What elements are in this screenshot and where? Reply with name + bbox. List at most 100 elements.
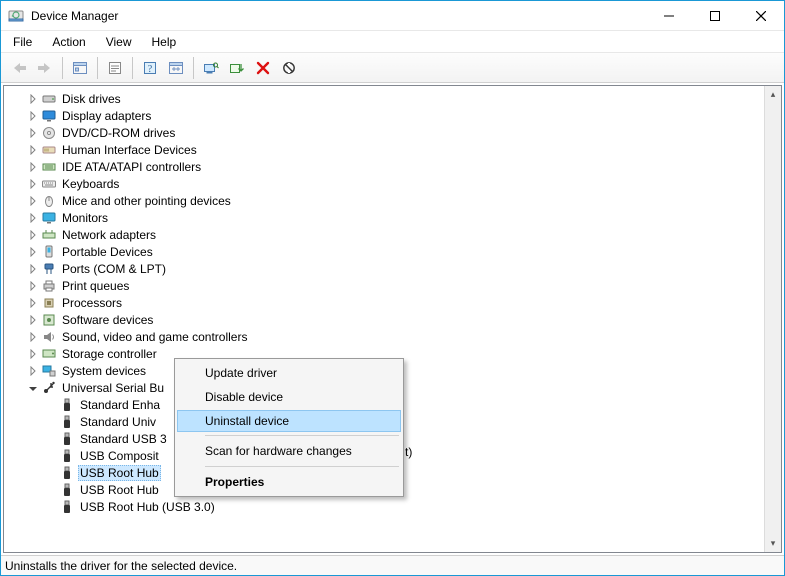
tree-node[interactable]: Software devices: [8, 311, 764, 328]
statusbar: Uninstalls the driver for the selected d…: [1, 555, 784, 575]
portable-icon: [41, 244, 57, 260]
tree-node[interactable]: Keyboards: [8, 175, 764, 192]
menu-view[interactable]: View: [102, 33, 136, 51]
expand-icon[interactable]: [26, 296, 40, 310]
menu-help[interactable]: Help: [148, 33, 181, 51]
minimize-button[interactable]: [646, 1, 692, 30]
expand-icon[interactable]: [26, 330, 40, 344]
tree-node-label: Storage controller: [60, 346, 159, 362]
ide-icon: [41, 159, 57, 175]
expand-icon[interactable]: [26, 364, 40, 378]
scroll-up-arrow[interactable]: ▴: [765, 86, 781, 103]
tree-node-label: Ports (COM & LPT): [60, 261, 168, 277]
tree-node[interactable]: Ports (COM & LPT): [8, 260, 764, 277]
tree-node-label: IDE ATA/ATAPI controllers: [60, 159, 203, 175]
forward-button[interactable]: [33, 56, 57, 80]
tree-node[interactable]: Monitors: [8, 209, 764, 226]
menu-action[interactable]: Action: [48, 33, 89, 51]
tree-node-label: System devices: [60, 363, 148, 379]
tree-node[interactable]: Display adapters: [8, 107, 764, 124]
tree-node-label: Universal Serial Bu: [60, 380, 166, 396]
device-manager-window: Device Manager File Action View Help ?: [0, 0, 785, 576]
context-uninstall-device[interactable]: Uninstall device: [177, 410, 401, 432]
tree-node[interactable]: Sound, video and game controllers: [8, 328, 764, 345]
tree-node-label: Network adapters: [60, 227, 158, 243]
tree-node[interactable]: DVD/CD-ROM drives: [8, 124, 764, 141]
expand-icon[interactable]: [26, 313, 40, 327]
usb-device-icon: [59, 397, 75, 413]
expand-icon: [44, 500, 58, 514]
tree-node[interactable]: IDE ATA/ATAPI controllers: [8, 158, 764, 175]
properties-button[interactable]: [103, 56, 127, 80]
tree-node-label: Portable Devices: [60, 244, 155, 260]
expand-icon[interactable]: [26, 211, 40, 225]
tree-node[interactable]: Network adapters: [8, 226, 764, 243]
expand-icon[interactable]: [26, 143, 40, 157]
scan-hardware-button[interactable]: [199, 56, 223, 80]
expand-icon: [44, 466, 58, 480]
vertical-scrollbar[interactable]: ▴ ▾: [764, 86, 781, 552]
toolbar-separator: [62, 57, 63, 79]
expand-icon[interactable]: [26, 177, 40, 191]
tree-node[interactable]: Portable Devices: [8, 243, 764, 260]
expand-icon[interactable]: [26, 279, 40, 293]
tree-node[interactable]: Print queues: [8, 277, 764, 294]
usb-device-icon: [59, 465, 75, 481]
context-properties[interactable]: Properties: [177, 470, 401, 494]
titlebar: Device Manager: [1, 1, 784, 31]
tree-node-label: Standard Enha: [78, 397, 162, 413]
context-menu: Update driver Disable device Uninstall d…: [174, 358, 404, 497]
context-scan-hardware[interactable]: Scan for hardware changes: [177, 439, 401, 463]
tree-node-label: USB Root Hub: [78, 465, 161, 481]
tree-node[interactable]: Processors: [8, 294, 764, 311]
tree-node[interactable]: Human Interface Devices: [8, 141, 764, 158]
expand-icon[interactable]: [26, 160, 40, 174]
expand-icon[interactable]: [26, 347, 40, 361]
expand-icon[interactable]: [26, 228, 40, 242]
expand-icon[interactable]: [26, 92, 40, 106]
scroll-down-arrow[interactable]: ▾: [765, 535, 781, 552]
expand-icon: [44, 432, 58, 446]
expand-icon[interactable]: [26, 109, 40, 123]
expand-icon[interactable]: [26, 245, 40, 259]
disable-button[interactable]: [277, 56, 301, 80]
network-icon: [41, 227, 57, 243]
uninstall-button[interactable]: [251, 56, 275, 80]
usb-icon: [41, 380, 57, 396]
context-update-driver[interactable]: Update driver: [177, 361, 401, 385]
printer-icon: [41, 278, 57, 294]
tree-node-label: USB Root Hub: [78, 482, 161, 498]
display-icon: [41, 108, 57, 124]
help-button[interactable]: ?: [138, 56, 162, 80]
context-disable-device[interactable]: Disable device: [177, 385, 401, 409]
tree-node-label: Mice and other pointing devices: [60, 193, 233, 209]
tree-container: Disk drivesDisplay adaptersDVD/CD-ROM dr…: [3, 85, 782, 553]
close-button[interactable]: [738, 1, 784, 30]
tree-node-label: Sound, video and game controllers: [60, 329, 249, 345]
usb-device-icon: [59, 499, 75, 515]
system-icon: [41, 363, 57, 379]
show-hidden-button[interactable]: [164, 56, 188, 80]
expand-icon[interactable]: [26, 262, 40, 276]
tree-node-label: Monitors: [60, 210, 110, 226]
mouse-icon: [41, 193, 57, 209]
collapse-icon[interactable]: [26, 381, 40, 395]
expand-icon: [44, 415, 58, 429]
tree-node[interactable]: Disk drives: [8, 90, 764, 107]
expand-icon[interactable]: [26, 126, 40, 140]
update-driver-button[interactable]: [225, 56, 249, 80]
usb-device-icon: [59, 482, 75, 498]
back-button[interactable]: [7, 56, 31, 80]
expand-icon: [44, 398, 58, 412]
toolbar-separator: [193, 57, 194, 79]
tree-node[interactable]: USB Root Hub (USB 3.0): [8, 498, 764, 515]
toolbar-separator: [132, 57, 133, 79]
tree-node[interactable]: Mice and other pointing devices: [8, 192, 764, 209]
show-hide-tree-button[interactable]: [68, 56, 92, 80]
maximize-button[interactable]: [692, 1, 738, 30]
menu-file[interactable]: File: [9, 33, 36, 51]
tree-node-label: Processors: [60, 295, 124, 311]
expand-icon[interactable]: [26, 194, 40, 208]
menubar: File Action View Help: [1, 31, 784, 53]
tree-node-label: Keyboards: [60, 176, 121, 192]
